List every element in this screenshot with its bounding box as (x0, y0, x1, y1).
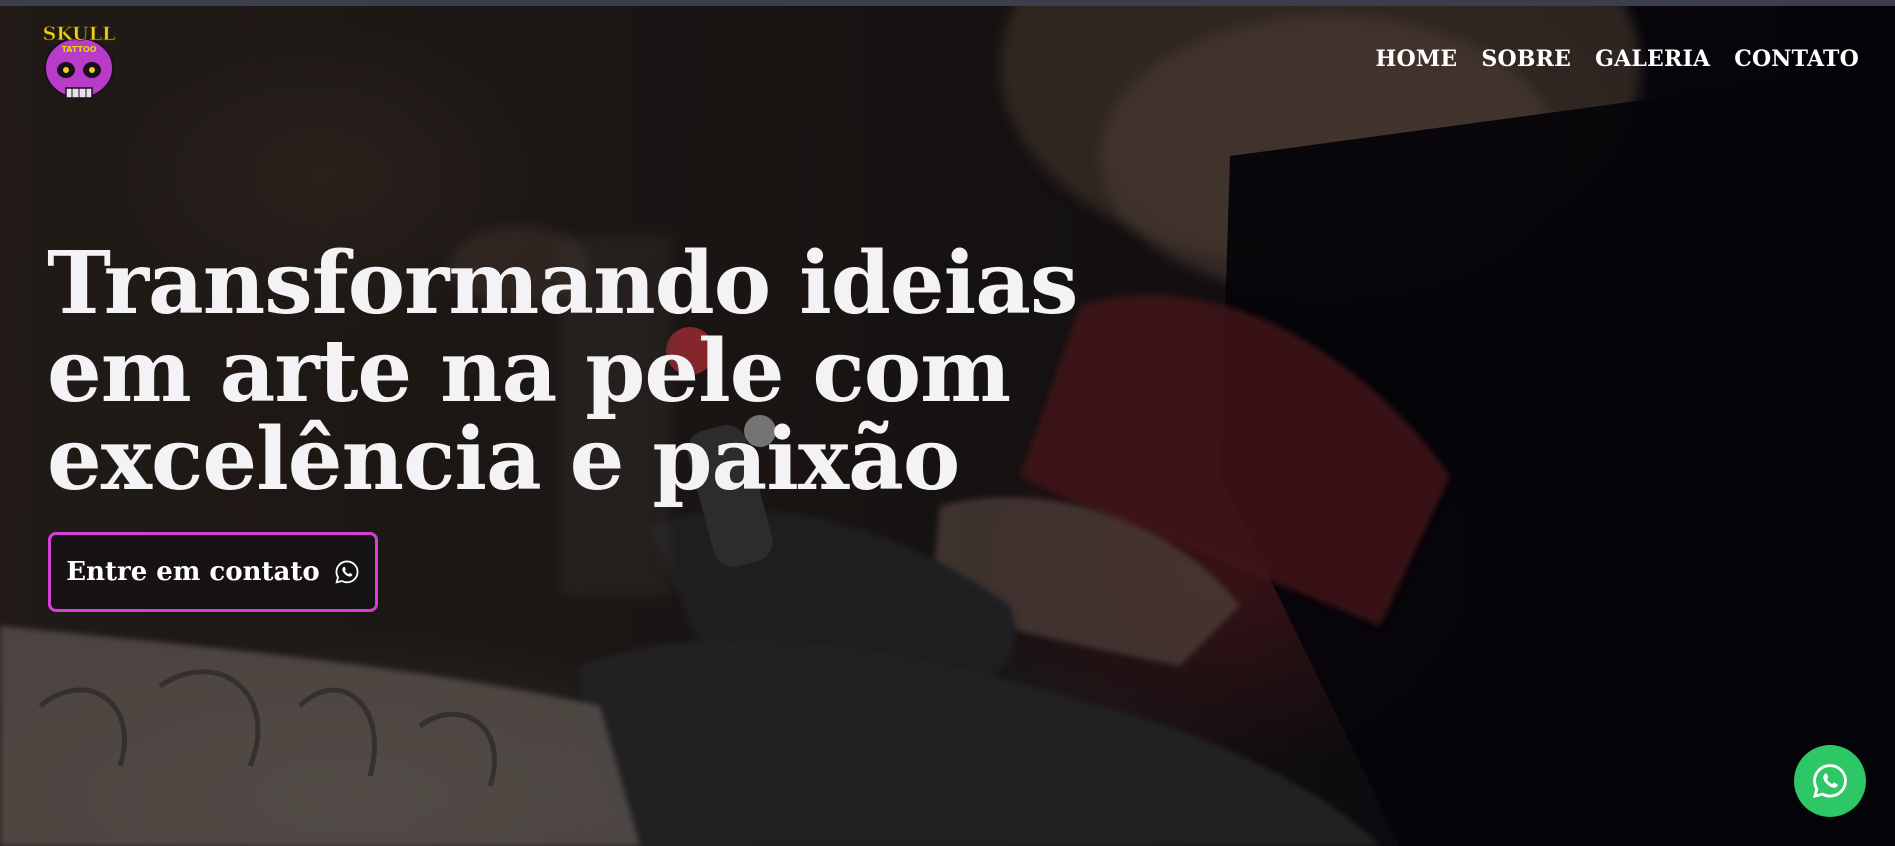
contact-cta-label: Entre em contato (66, 557, 320, 587)
skull-logo-icon: SKULL TATTOO (42, 23, 116, 99)
nav-contato[interactable]: CONTATO (1734, 46, 1859, 72)
hero-headline-line-1: Transformando ideias (47, 233, 1078, 334)
whatsapp-icon (1812, 764, 1847, 799)
main-navigation: HOME SOBRE GALERIA CONTATO (1376, 46, 1859, 72)
hero-headline: Transformando ideias em arte na pele com… (47, 233, 1078, 510)
floating-whatsapp-button[interactable] (1794, 745, 1866, 817)
logo-wordmark-bottom: TATTOO (61, 45, 96, 54)
nav-home[interactable]: HOME (1376, 46, 1458, 72)
skull-tattoo-logo[interactable]: SKULL TATTOO (36, 18, 122, 104)
hero-headline-line-3: excelência e paixão (47, 409, 960, 510)
logo-wordmark-top: SKULL (43, 23, 116, 45)
browser-top-border (0, 0, 1895, 6)
hero-headline-line-2: em arte na pele com (47, 321, 1011, 422)
nav-galeria[interactable]: GALERIA (1595, 46, 1710, 72)
whatsapp-icon (335, 560, 359, 584)
nav-sobre[interactable]: SOBRE (1481, 46, 1571, 72)
contact-cta-button[interactable]: Entre em contato (48, 532, 378, 612)
